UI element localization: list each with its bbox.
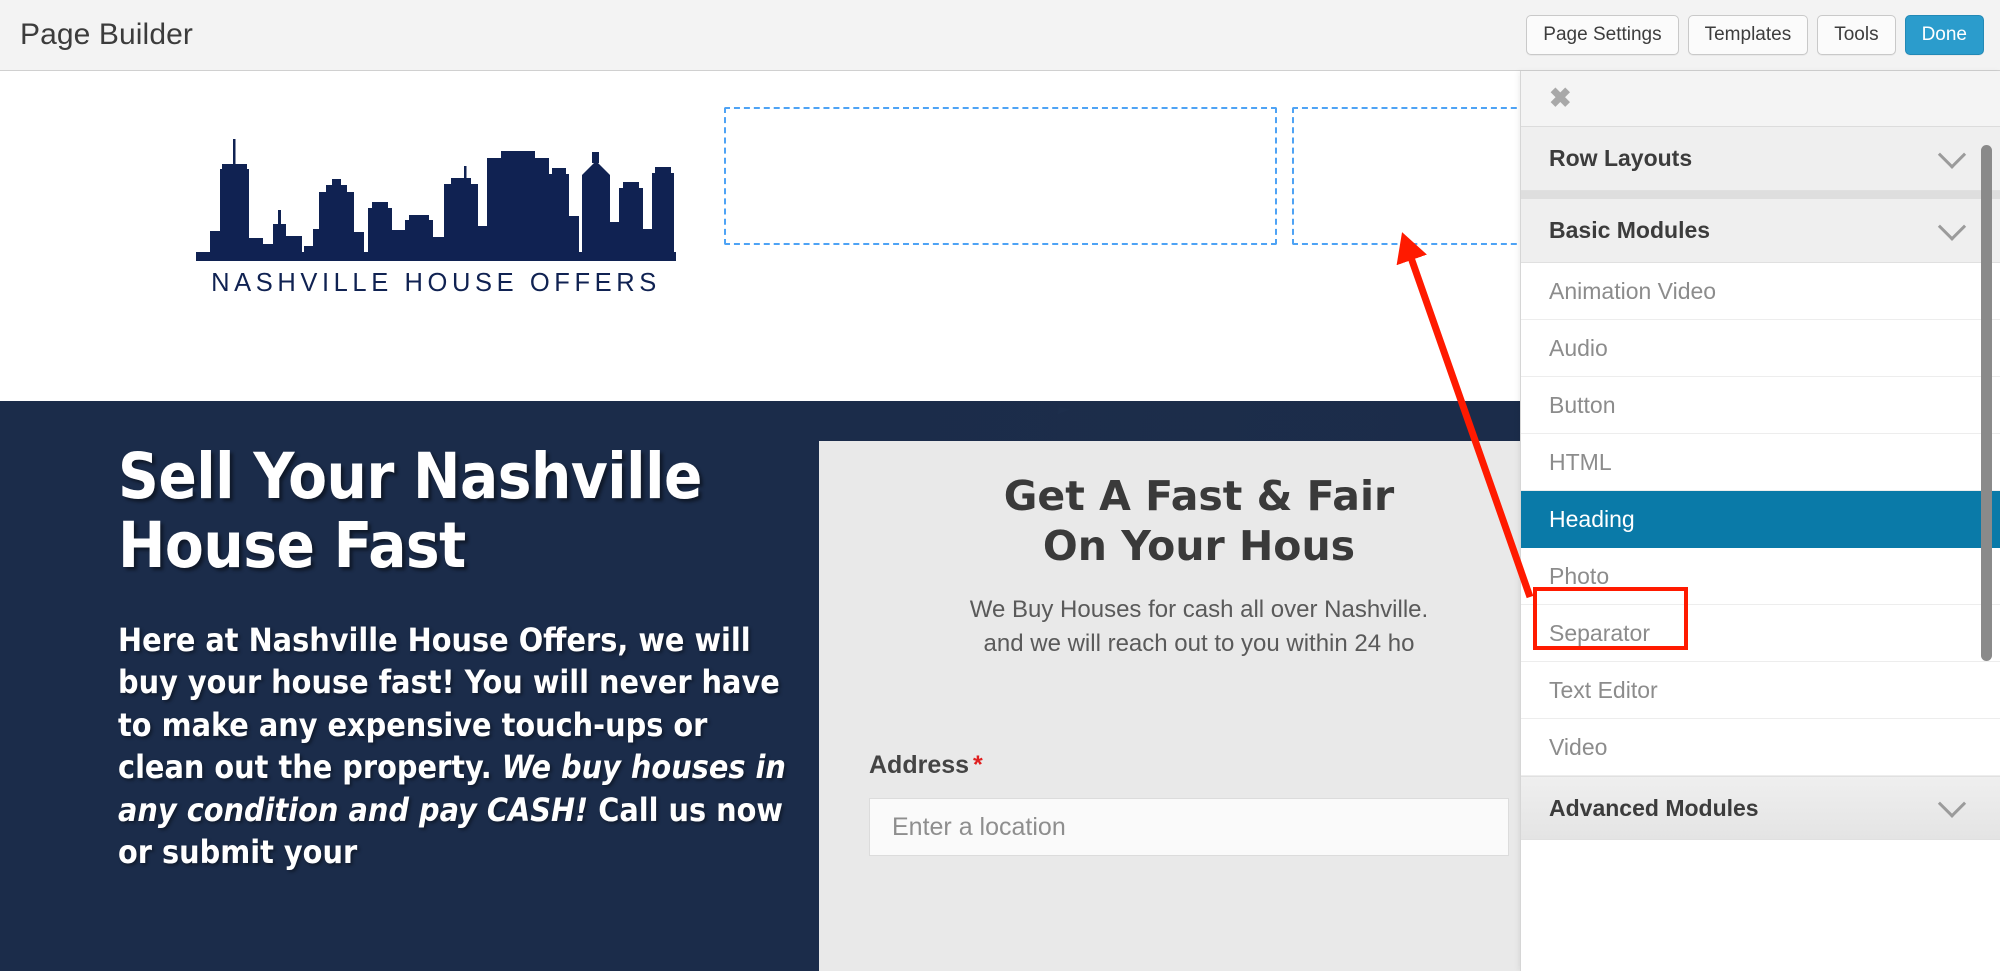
panel-scrollbar[interactable]	[1981, 145, 1992, 661]
site-logo[interactable]: NASHVILLE HOUSE OFFERS	[196, 126, 676, 298]
form-card-subtitle-line1: We Buy Houses for cash all over Nashvill…	[969, 596, 1429, 624]
form-card-subtitle-line2: and we will reach out to you within 24 h…	[983, 630, 1415, 658]
panel-divider	[1521, 191, 2000, 199]
templates-button[interactable]: Templates	[1687, 15, 1809, 55]
address-label: Address *	[869, 751, 1529, 780]
module-item-text-editor[interactable]: Text Editor	[1521, 662, 2000, 719]
module-item-photo[interactable]: Photo	[1521, 548, 2000, 605]
address-label-text: Address	[869, 751, 970, 780]
section-advanced-modules-label: Advanced Modules	[1549, 794, 1759, 821]
module-item-button[interactable]: Button	[1521, 377, 2000, 434]
hero-paragraph: Here at Nashville House Offers, we will …	[118, 619, 798, 874]
module-item-audio[interactable]: Audio	[1521, 320, 2000, 377]
section-row-layouts-label: Row Layouts	[1549, 145, 1693, 171]
module-item-html[interactable]: HTML	[1521, 434, 2000, 491]
section-basic-modules-label: Basic Modules	[1549, 217, 1711, 243]
tools-button[interactable]: Tools	[1817, 15, 1896, 55]
chevron-down-icon	[1937, 140, 1967, 169]
module-item-separator[interactable]: Separator	[1521, 605, 2000, 662]
required-marker: *	[973, 751, 983, 780]
page-title: Page Builder	[20, 18, 193, 51]
empty-column-placeholder-1[interactable]	[724, 107, 1277, 245]
admin-toolbar: Page Builder Page Settings Templates Too…	[0, 0, 2000, 71]
module-panel: ✖ Row Layouts Basic Modules Animation Vi…	[1520, 71, 2000, 971]
module-item-animation-video[interactable]: Animation Video	[1521, 263, 2000, 320]
hero-text-column: Sell Your Nashville House Fast Here at N…	[118, 442, 798, 874]
address-input[interactable]: Enter a location	[869, 798, 1509, 857]
chevron-down-icon	[1937, 212, 1967, 241]
page-settings-button[interactable]: Page Settings	[1526, 15, 1679, 55]
module-item-video[interactable]: Video	[1521, 719, 2000, 776]
form-card-title-line1: Get A Fast & Fair	[1003, 472, 1395, 520]
section-basic-modules[interactable]: Basic Modules	[1521, 199, 2000, 263]
section-advanced-modules[interactable]: Advanced Modules	[1521, 776, 2000, 840]
module-item-heading[interactable]: Heading	[1521, 491, 2000, 548]
close-icon[interactable]: ✖	[1549, 85, 1572, 112]
done-button[interactable]: Done	[1904, 15, 1984, 55]
logo-wordmark: NASHVILLE HOUSE OFFERS	[211, 269, 661, 297]
chevron-down-icon	[1937, 789, 1967, 818]
section-row-layouts[interactable]: Row Layouts	[1521, 127, 2000, 191]
toolbar-buttons: Page Settings Templates Tools Done	[1526, 15, 1984, 55]
hero-heading: Sell Your Nashville House Fast	[118, 440, 702, 583]
nashville-skyline-icon	[196, 139, 676, 261]
form-card-title-line2: On Your Hous	[1042, 522, 1356, 571]
form-card-title: Get A Fast & Fair On Your Hous	[869, 471, 1529, 571]
offer-form-card: Get A Fast & Fair On Your Hous We Buy Ho…	[819, 441, 1579, 971]
module-panel-header: ✖	[1521, 71, 2000, 127]
form-card-subtitle: We Buy Houses for cash all over Nashvill…	[869, 593, 1529, 661]
